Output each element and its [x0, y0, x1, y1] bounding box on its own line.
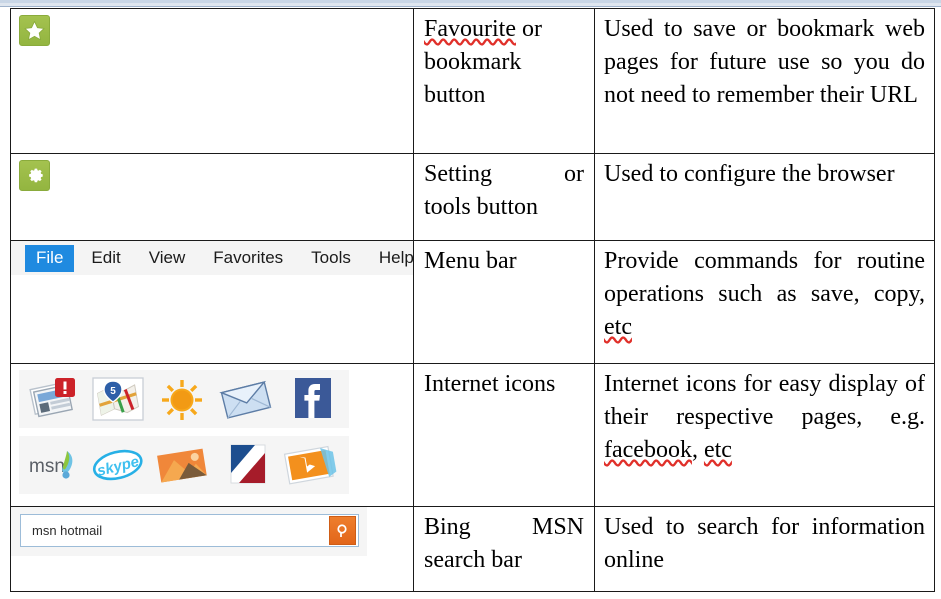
- demo-cell-menubar: File Edit View Favorites Tools Help: [10, 240, 414, 364]
- table-row: File Edit View Favorites Tools Help Menu…: [10, 240, 935, 364]
- maps-traffic-icon[interactable]: 5: [91, 376, 145, 422]
- browser-features-table-wrapper: Favourite or bookmark button Used to save …: [10, 8, 935, 593]
- feature-description: Used to save or bookmark web pages for f…: [604, 16, 925, 109]
- demo-cell-search: [10, 506, 414, 592]
- demo-cell-internet-icons: 5 msn skype: [10, 363, 414, 507]
- desc-cell-internet-icons: Internet icons for easy display of their…: [594, 363, 935, 507]
- feature-name: Internet icons: [424, 371, 556, 397]
- feature-description: Used to search for information online: [604, 514, 925, 574]
- name-cell-settings: Setting or tools button: [413, 153, 595, 241]
- search-box[interactable]: [20, 514, 359, 547]
- gear-icon: [28, 168, 43, 182]
- name-cell-favourite: Favourite or bookmark button: [413, 8, 595, 154]
- feature-description: Internet icons for easy display of their…: [604, 371, 925, 464]
- settings-button[interactable]: [19, 160, 50, 191]
- browser-features-table: Favourite or bookmark button Used to save …: [10, 8, 935, 592]
- svg-text:msn: msn: [29, 456, 65, 477]
- menu-item-tools[interactable]: Tools: [300, 245, 362, 272]
- table-row: Setting or tools button Used to configure…: [10, 153, 935, 241]
- menu-item-help[interactable]: Help: [368, 245, 425, 272]
- favourite-demo: [11, 9, 413, 46]
- facebook-icon[interactable]: [283, 376, 337, 422]
- search-bar-demo: [11, 507, 367, 556]
- menu-item-file[interactable]: File: [25, 244, 75, 272]
- feature-description: Provide commands for routine operations …: [604, 248, 925, 341]
- demo-cell-settings: [10, 153, 414, 241]
- feature-description: Used to configure the browser: [604, 161, 895, 187]
- table-row: Favourite or bookmark button Used to save …: [10, 8, 935, 154]
- table-row: 5 msn skype Internet icons Internet icon…: [10, 363, 935, 507]
- msn-logo-icon[interactable]: msn: [27, 442, 81, 488]
- desc-cell-settings: Used to configure the browser: [594, 153, 935, 241]
- flag-icon[interactable]: [219, 442, 273, 488]
- svg-text:5: 5: [110, 386, 116, 397]
- menu-item-view[interactable]: View: [138, 245, 197, 272]
- demo-cell-favourite: [10, 8, 414, 154]
- desc-cell-search: Used to search for information online: [594, 506, 935, 592]
- name-cell-internet-icons: Internet icons: [413, 363, 595, 507]
- search-button[interactable]: [329, 516, 356, 545]
- feature-name: Menu bar: [424, 248, 517, 274]
- settings-demo: [11, 154, 413, 191]
- desc-cell-favourite: Used to save or bookmark web pages for f…: [594, 8, 935, 154]
- weather-sun-icon[interactable]: [155, 376, 209, 422]
- search-icon: [336, 523, 347, 537]
- feature-name: Favourite or bookmark button: [424, 16, 542, 109]
- document-top-band: [0, 0, 941, 7]
- star-icon: [24, 21, 45, 41]
- table-row: Bing MSNsearch bar Used to search for in…: [10, 506, 935, 592]
- menu-item-favorites[interactable]: Favorites: [202, 245, 294, 272]
- menu-bar: File Edit View Favorites Tools Help: [11, 241, 414, 275]
- feature-name: Setting or tools button: [424, 161, 584, 221]
- document-top-band-inner: [0, 0, 941, 3]
- menu-item-edit[interactable]: Edit: [80, 245, 131, 272]
- search-input[interactable]: [21, 522, 329, 539]
- name-cell-search: Bing MSN search bar: [413, 506, 595, 592]
- internet-icons-row-2: msn skype: [19, 436, 349, 494]
- news-alert-icon[interactable]: [27, 376, 81, 422]
- bing-icon[interactable]: [283, 442, 337, 488]
- name-cell-menubar: Menu bar: [413, 240, 595, 364]
- mail-envelope-icon[interactable]: [219, 376, 273, 422]
- internet-icons-demo: 5 msn skype: [11, 364, 413, 494]
- internet-icons-row-1: 5: [19, 370, 349, 428]
- skype-icon[interactable]: skype: [91, 442, 145, 488]
- desc-cell-menubar: Provide commands for routine operations …: [594, 240, 935, 364]
- feature-name: Bing MSN search bar: [424, 514, 584, 574]
- photos-icon[interactable]: [155, 442, 209, 488]
- favourite-button[interactable]: [19, 15, 50, 46]
